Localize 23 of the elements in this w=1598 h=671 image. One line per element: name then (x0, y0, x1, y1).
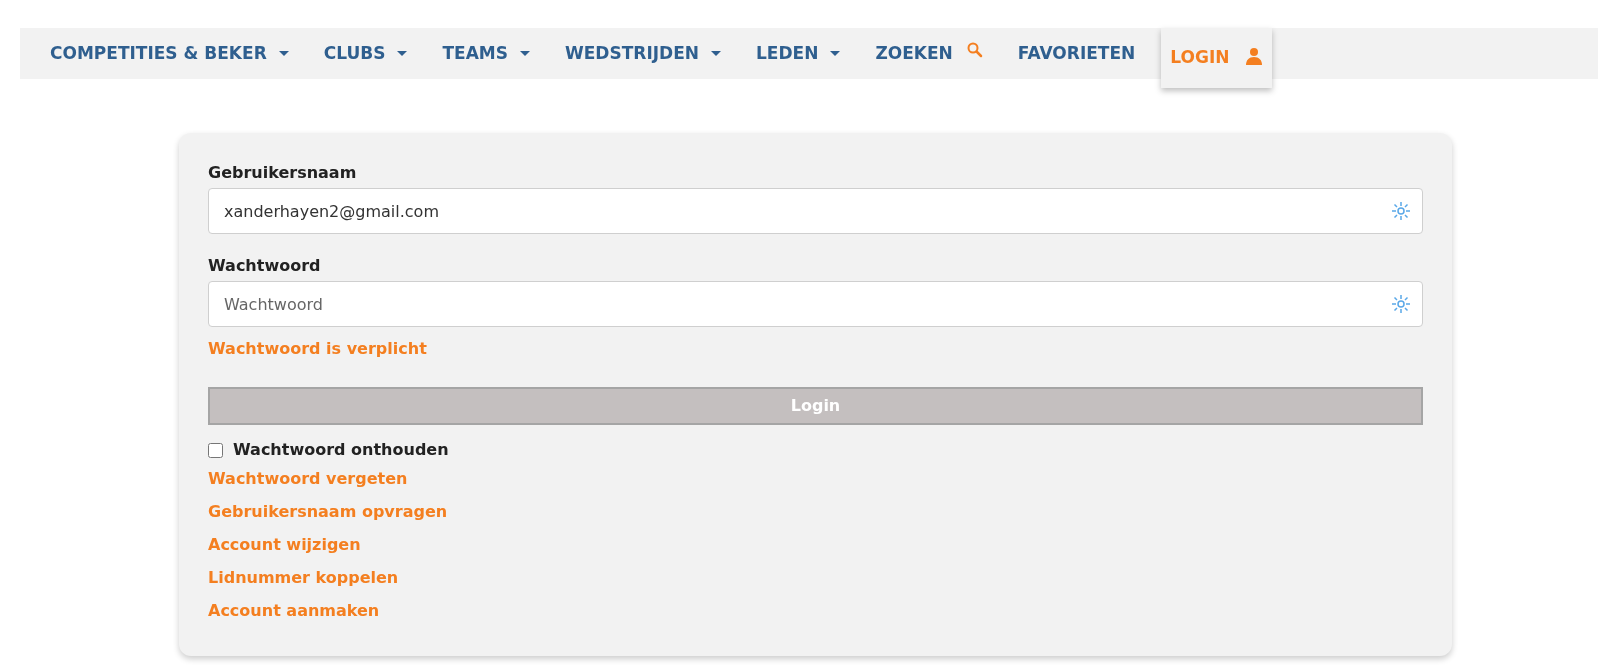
nav-item[interactable]: TEAMS (442, 40, 530, 67)
sun-icon (1391, 294, 1411, 314)
input-field[interactable]: xanderhayen2@gmail.com (208, 188, 1423, 234)
nav-item[interactable]: ZOEKEN (875, 40, 983, 67)
user-icon (1245, 47, 1264, 65)
error-message: Wachtwoord is verplicht (208, 338, 428, 360)
nav-item[interactable]: LEDEN (756, 40, 841, 67)
nav-item[interactable]: FAVORIETEN (1017, 40, 1136, 67)
nav-item[interactable]: COMPETITIES & BEKER (50, 40, 289, 67)
caret-icon (397, 50, 408, 57)
field-label: Wachtwoord (208, 255, 322, 277)
nav-item[interactable]: CLUBS (323, 40, 408, 67)
caret-icon (520, 50, 530, 57)
caret-icon (711, 50, 721, 57)
remember-checkbox[interactable] (208, 442, 223, 458)
caret-icon (830, 50, 841, 57)
field-label: Gebruikersnaam (208, 162, 358, 184)
input-field[interactable]: Wachtwoord (208, 281, 1423, 327)
sun-icon (1391, 201, 1411, 221)
nav-item[interactable]: WEDSTRIJDEN (565, 40, 721, 67)
caret-icon (278, 50, 289, 57)
search-icon (966, 41, 983, 58)
checkbox-label: Wachtwoord onthouden (233, 439, 449, 461)
